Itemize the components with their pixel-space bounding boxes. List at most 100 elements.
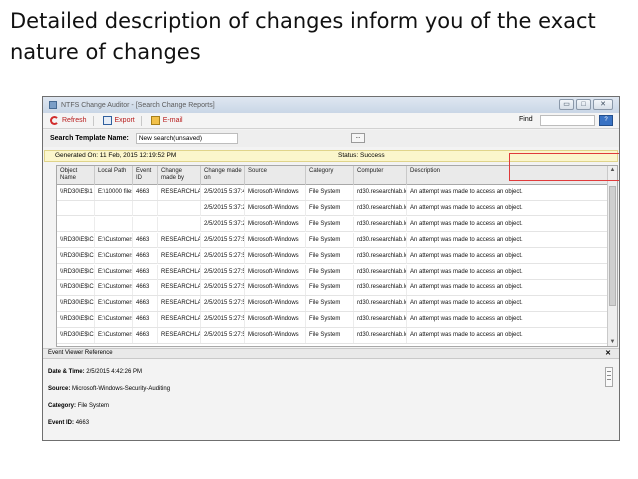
maximize-button[interactable]: □	[576, 99, 591, 110]
cell-changed-by: RESEARCHLAB\ad	[158, 185, 201, 200]
results-grid: Object Name Local Path Event ID Change made…	[56, 165, 618, 347]
column-header-computer[interactable]: Computer	[354, 166, 407, 185]
cell-changed-on: 2/5/2015 5:27:52 PM	[201, 280, 245, 296]
cell-local-path	[95, 200, 133, 216]
event-viewer-header: Event Viewer Reference ✕	[43, 348, 619, 359]
cell-object-name: \\RD30\E$\C	[57, 312, 95, 328]
cell-description: An attempt was made to access an object.	[407, 216, 608, 232]
column-header-object-name[interactable]: Object Name	[57, 166, 95, 185]
grid-scrollbar[interactable]: ▲ ▼	[607, 166, 617, 346]
table-row[interactable]: \\RD30\E$\CE:\Customers [4663RESEARCHLAB…	[57, 248, 608, 265]
email-icon	[150, 116, 160, 125]
cell-changed-by: RESEARCHLAB\ad	[158, 328, 201, 344]
cell-category: File System	[306, 248, 354, 264]
column-header-category[interactable]: Category	[306, 166, 354, 185]
cell-changed-on: 2/5/2015 5:37:25 PM	[201, 200, 245, 216]
table-row[interactable]: \\RD30\E$\CE:\Customers [4663RESEARCHLAB…	[57, 280, 608, 296]
cell-computer: rd30.researchlab.lo	[354, 185, 407, 200]
cell-event-id	[133, 200, 158, 216]
toolbar: Refresh Export E-mail Find ?	[43, 113, 619, 129]
cell-computer: rd30.researchlab.lo	[354, 264, 407, 280]
cell-description: An attempt was made to access an object.	[407, 232, 608, 248]
toolbar-divider	[140, 115, 142, 126]
status-text: Status: Success	[338, 152, 385, 159]
cell-event-id: 4663	[133, 248, 158, 264]
cell-changed-by: RESEARCHLAB\ad	[158, 248, 201, 264]
cell-event-id: 4663	[133, 328, 158, 344]
close-button[interactable]: ✕	[593, 99, 613, 110]
find-input[interactable]	[540, 115, 595, 126]
evr-source-label: Source:	[48, 386, 71, 392]
table-row[interactable]: \\RD30\E$\1E:\10000 files -4663RESEARCHL…	[57, 185, 608, 201]
cell-changed-by: RESEARCHLAB\ad	[158, 232, 201, 248]
cell-object-name: \\RD30\E$\C	[57, 296, 95, 312]
cell-object-name: \\RD30\E$\C	[57, 280, 95, 296]
column-header-changed-by[interactable]: Change made by	[158, 166, 201, 185]
cell-category: File System	[306, 216, 354, 232]
cell-local-path: E:\Customers [	[95, 328, 133, 344]
table-row[interactable]: 2/5/2015 5:37:24 PMMicrosoft-WindowsFile…	[57, 216, 608, 233]
column-header-event-id[interactable]: Event ID	[133, 166, 158, 185]
export-button[interactable]: Export	[102, 116, 135, 125]
scroll-down-icon[interactable]: ▼	[608, 339, 617, 345]
event-viewer-title: Event Viewer Reference	[48, 350, 113, 356]
minimize-button[interactable]: ▭	[559, 99, 574, 110]
cell-source: Microsoft-Windows	[245, 248, 306, 264]
cell-object-name: \\RD30\E$\C	[57, 248, 95, 264]
search-template-input[interactable]: New search(unsaved)	[135, 133, 238, 144]
email-button[interactable]: E-mail	[150, 116, 183, 125]
window-titlebar[interactable]: NTFS Change Auditor - [Search Change Rep…	[43, 97, 619, 113]
column-header-changed-on[interactable]: Change made on	[201, 166, 245, 185]
cell-event-id: 4663	[133, 280, 158, 296]
find-label: Find	[519, 116, 533, 123]
event-viewer-close-icon[interactable]: ✕	[605, 349, 611, 358]
evr-datetime: Date & Time: 2/5/2015 4:42:26 PM	[48, 368, 142, 376]
cell-source: Microsoft-Windows	[245, 200, 306, 216]
cell-computer: rd30.researchlab.lo	[354, 328, 407, 344]
cell-object-name	[57, 216, 95, 232]
column-header-local-path[interactable]: Local Path	[95, 166, 133, 185]
cell-changed-on: 2/5/2015 5:27:52 PM	[201, 296, 245, 312]
browse-button[interactable]: ...	[351, 133, 365, 143]
generated-on-text: Generated On: 11 Feb, 2015 12:19:52 PM	[55, 152, 177, 159]
cell-computer: rd30.researchlab.lo	[354, 312, 407, 328]
cell-computer: rd30.researchlab.lo	[354, 216, 407, 232]
cell-local-path: E:\Customers [	[95, 312, 133, 328]
table-row[interactable]: \\RD30\E$\CE:\Customers [4663RESEARCHLAB…	[57, 264, 608, 281]
description-highlight	[509, 153, 619, 181]
cell-category: File System	[306, 200, 354, 216]
table-row[interactable]: \\RD30\E$\CE:\Customers [4663RESEARCHLAB…	[57, 232, 608, 249]
evr-source: Source: Microsoft-Windows-Security-Audit…	[48, 385, 170, 393]
refresh-button[interactable]: Refresh	[50, 116, 87, 125]
cell-local-path: E:\Customers [	[95, 248, 133, 264]
cell-source: Microsoft-Windows	[245, 296, 306, 312]
event-viewer-panel: Date & Time: 2/5/2015 4:42:26 PM Source:…	[43, 359, 619, 440]
cell-computer: rd30.researchlab.lo	[354, 200, 407, 216]
evr-category-value: File System	[77, 403, 110, 409]
evr-datetime-value: 2/5/2015 4:42:26 PM	[86, 369, 142, 375]
cell-changed-by: RESEARCHLAB\ad	[158, 280, 201, 296]
cell-category: File System	[306, 312, 354, 328]
column-header-source[interactable]: Source	[245, 166, 306, 185]
cell-object-name	[57, 200, 95, 216]
cell-changed-on: 2/5/2015 5:27:52 PM	[201, 312, 245, 328]
cell-changed-on: 2/5/2015 5:27:52 PM	[201, 248, 245, 264]
cell-changed-by: RESEARCHLAB\ad	[158, 312, 201, 328]
cell-object-name: \\RD30\E$\C	[57, 264, 95, 280]
table-row[interactable]: \\RD30\E$\CE:\Customers [4663RESEARCHLAB…	[57, 312, 608, 328]
cell-local-path	[95, 216, 133, 232]
window-controls: ▭ □ ✕	[559, 99, 613, 110]
event-viewer-scroll-grip[interactable]	[605, 367, 613, 387]
cell-event-id: 4663	[133, 264, 158, 280]
find-button[interactable]: ?	[599, 115, 613, 126]
cell-changed-on: 2/5/2015 5:27:52 PM	[201, 328, 245, 344]
table-row[interactable]: \\RD30\E$\CE:\Customers [4663RESEARCHLAB…	[57, 296, 608, 312]
app-window: NTFS Change Auditor - [Search Change Rep…	[42, 96, 620, 441]
table-row[interactable]: \\RD30\E$\CE:\Customers [4663RESEARCHLAB…	[57, 328, 608, 344]
export-label: Export	[114, 117, 135, 124]
cell-source: Microsoft-Windows	[245, 232, 306, 248]
cell-description: An attempt was made to access an object.	[407, 280, 608, 296]
scroll-thumb[interactable]	[609, 186, 616, 306]
cell-description: An attempt was made to access an object.	[407, 312, 608, 328]
table-row[interactable]: 2/5/2015 5:37:25 PMMicrosoft-WindowsFile…	[57, 200, 608, 217]
